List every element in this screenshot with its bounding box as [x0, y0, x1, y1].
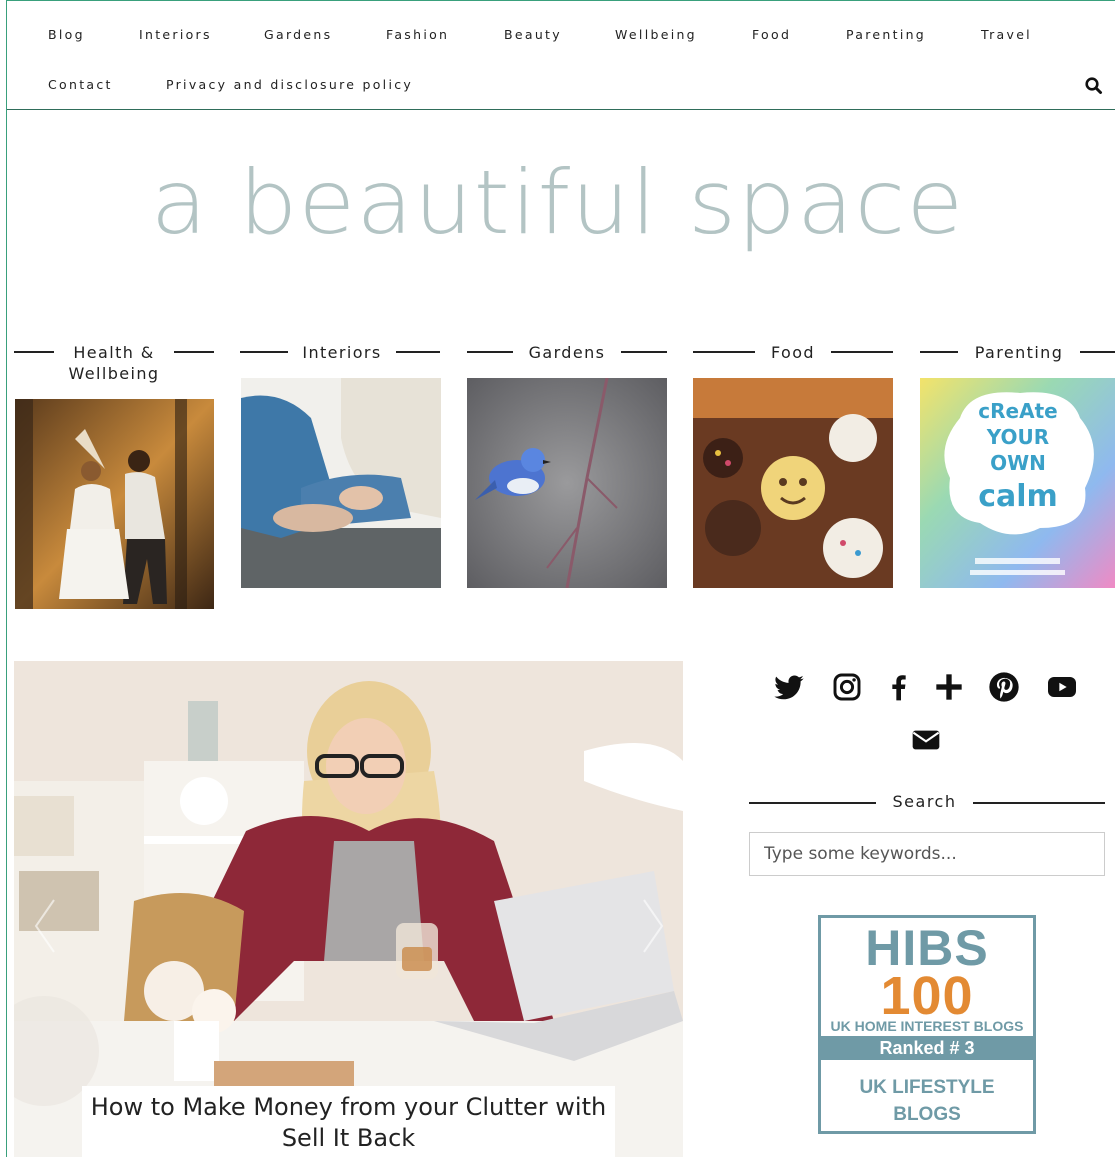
category-image[interactable] — [467, 378, 667, 588]
divider — [1080, 351, 1115, 353]
twitter-icon[interactable] — [773, 671, 805, 703]
badge-category: UK LIFESTYLE BLOGS — [859, 1077, 995, 1125]
divider — [920, 351, 958, 353]
divider — [396, 351, 440, 353]
search-input[interactable] — [749, 832, 1105, 876]
badge-subtitle: UK HOME INTEREST BLOGS — [830, 1018, 1024, 1034]
nav-item-blog[interactable]: Blog — [48, 27, 85, 42]
slider-prev-arrow[interactable] — [32, 896, 58, 956]
category-label: Parenting — [964, 342, 1074, 363]
divider — [621, 351, 667, 353]
plus-icon[interactable] — [933, 671, 965, 703]
hibs100-badge[interactable]: HIBS 100 UK HOME INTEREST BLOGS Ranked #… — [818, 915, 1036, 1134]
category-image[interactable] — [241, 378, 441, 588]
email-icon[interactable] — [910, 724, 942, 756]
svg-text:calm: calm — [978, 479, 1058, 514]
nav-item-fashion[interactable]: Fashion — [386, 27, 449, 42]
category-image[interactable] — [693, 378, 893, 588]
category-label: Interiors — [292, 342, 392, 363]
featured-post-slider[interactable]: How to Make Money from your Clutter with… — [14, 661, 683, 1157]
category-food[interactable]: Food — [693, 338, 903, 588]
nav-item-wellbeing[interactable]: Wellbeing — [615, 27, 697, 42]
category-label: Gardens — [517, 342, 617, 363]
nav-item-parenting[interactable]: Parenting — [846, 27, 926, 42]
category-interiors[interactable]: Interiors — [240, 338, 450, 588]
divider — [973, 802, 1105, 804]
nav-item-gardens[interactable]: Gardens — [264, 27, 332, 42]
svg-text:OWN: OWN — [990, 451, 1046, 475]
search-icon[interactable] — [1084, 76, 1104, 96]
badge-rank: Ranked # 3 — [821, 1036, 1033, 1060]
nav-item-contact[interactable]: Contact — [48, 77, 113, 92]
category-label: Food — [759, 342, 827, 363]
svg-text:cReAte: cReAte — [978, 399, 1057, 423]
main-nav: Blog Interiors Gardens Fashion Beauty We… — [7, 0, 1115, 110]
divider — [467, 351, 513, 353]
divider — [831, 351, 893, 353]
featured-post-title[interactable]: How to Make Money from your Clutter with… — [82, 1086, 615, 1157]
divider — [693, 351, 755, 353]
category-image[interactable] — [15, 399, 214, 609]
divider — [749, 802, 876, 804]
nav-item-travel[interactable]: Travel — [981, 27, 1032, 42]
search-widget-title: Search — [892, 792, 957, 811]
facebook-icon[interactable] — [883, 671, 915, 703]
category-image[interactable]: cReAte YOUR OWN calm — [920, 378, 1115, 588]
site-logo[interactable]: a beautiful space — [0, 150, 1115, 256]
category-gardens[interactable]: Gardens — [467, 338, 677, 588]
category-label: Health & Wellbeing — [54, 342, 174, 384]
youtube-icon[interactable] — [1046, 671, 1078, 703]
slider-next-arrow[interactable] — [640, 896, 666, 956]
nav-item-privacy-policy[interactable]: Privacy and disclosure policy — [166, 77, 413, 92]
instagram-icon[interactable] — [831, 671, 863, 703]
nav-item-beauty[interactable]: Beauty — [504, 27, 562, 42]
category-parenting[interactable]: Parenting cReAte YOUR OWN calm — [920, 338, 1115, 588]
divider — [240, 351, 288, 353]
pinterest-icon[interactable] — [988, 671, 1020, 703]
badge-number: 100 — [880, 966, 974, 1026]
svg-text:YOUR: YOUR — [986, 425, 1049, 449]
category-health-wellbeing[interactable]: Health & Wellbeing — [14, 338, 224, 609]
nav-item-interiors[interactable]: Interiors — [139, 27, 212, 42]
search-widget-header: Search — [749, 792, 1105, 816]
featured-image — [14, 661, 683, 1157]
nav-item-food[interactable]: Food — [752, 27, 791, 42]
